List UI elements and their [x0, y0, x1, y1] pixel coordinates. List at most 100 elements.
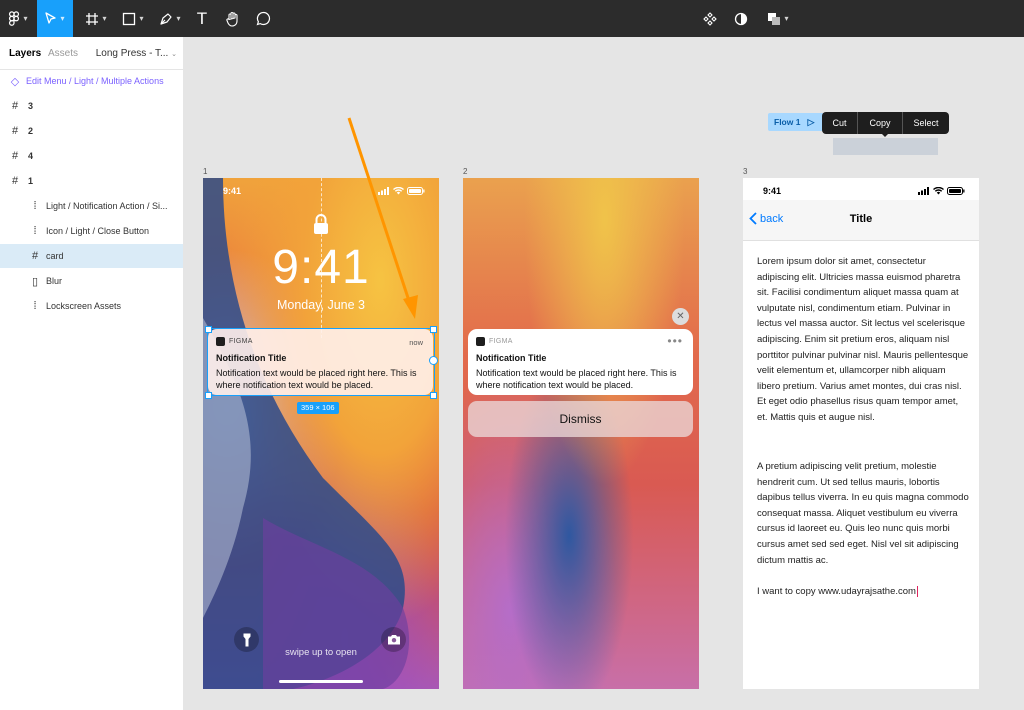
body-paragraph-2[interactable]: A pretium adipiscing velit pretium, mole… [757, 459, 969, 568]
lock-icon [314, 214, 328, 234]
battery-icon [947, 187, 965, 195]
layer-label: card [46, 251, 64, 261]
layer-label: Edit Menu / Light / Multiple Actions [26, 76, 164, 86]
text-tool-icon: T [196, 8, 208, 28]
move-tool-button[interactable]: ▾ [37, 0, 73, 37]
close-button[interactable]: ✕ [672, 308, 689, 325]
frame-icon: # [31, 250, 39, 262]
frame-icon: # [11, 175, 19, 187]
edit-menu-pointer [881, 133, 889, 137]
lockscreen-date: Monday, June 3 [276, 298, 366, 312]
layer-label: Light / Notification Action / Si... [46, 201, 168, 211]
flashlight-icon [243, 633, 250, 646]
layer-item-lockscreen-assets[interactable]: ⁞ Lockscreen Assets [0, 294, 183, 318]
pen-tool-icon [160, 12, 173, 25]
instance-icon: ⁞ [33, 200, 37, 212]
text-tool-button[interactable]: T [190, 0, 214, 37]
body-paragraph-3[interactable]: I want to copy www.udayrajsathe.com [757, 584, 969, 600]
cellular-signal-icon [378, 187, 389, 195]
frame-2-dismiss[interactable]: ✕ FIGMA ••• Notification Title Notificat… [463, 178, 699, 689]
layer-item-notification-action[interactable]: ⁞ Light / Notification Action / Si... [0, 194, 183, 218]
status-time: 9:41 [223, 186, 242, 196]
dismiss-button[interactable]: Dismiss [468, 401, 693, 437]
frame-tool-button[interactable]: ▾ [78, 0, 114, 37]
layer-label: 3 [28, 101, 34, 111]
hand-tool-button[interactable] [220, 0, 246, 37]
edit-menu-placeholder [833, 138, 938, 155]
hand-tool-icon [226, 11, 238, 27]
frame-label-2[interactable]: 2 [463, 167, 467, 176]
layer-item-card[interactable]: # card [0, 244, 183, 268]
text-cursor [916, 585, 918, 597]
pen-tool-button[interactable]: ▾ [152, 0, 188, 37]
notification-card-expanded[interactable]: FIGMA ••• Notification Title Notificatio… [468, 329, 693, 395]
layer-item-blur[interactable]: ▯ Blur [0, 269, 183, 293]
component-icon [703, 11, 717, 26]
more-options-icon[interactable]: ••• [667, 334, 683, 348]
frame-label-3[interactable]: 3 [743, 167, 747, 176]
notification-title: Notification Title [476, 353, 547, 363]
page-selector[interactable]: Long Press - T... ⌄ [96, 48, 177, 59]
comment-tool-button[interactable] [250, 0, 276, 37]
page-selector-label: Long Press - T... [95, 48, 169, 59]
layer-item-close-button[interactable]: ⁞ Icon / Light / Close Button [0, 219, 183, 243]
boolean-button[interactable]: ▾ [762, 0, 794, 37]
frame-1-lockscreen[interactable]: 9:41 9:41 Monday, June 3 FIGMA now Notif… [203, 178, 439, 689]
navigation-bar: back Title [743, 200, 979, 241]
resize-handle-bl[interactable] [205, 392, 212, 399]
rectangle-icon: ▯ [31, 275, 39, 288]
cellular-signal-icon [918, 187, 929, 195]
edit-menu-copy[interactable]: Copy [858, 112, 903, 134]
panel-tabs: Layers Assets Long Press - T... ⌄ [0, 37, 183, 70]
resize-handle-tl[interactable] [205, 326, 212, 333]
frame-tool-icon [86, 12, 99, 25]
copy-text[interactable]: I want to copy www.udayrajsathe.com [757, 586, 916, 597]
wifi-icon [933, 187, 944, 195]
notification-app: FIGMA [476, 337, 513, 346]
prototype-connection-node[interactable] [429, 356, 438, 365]
selection-box [207, 328, 435, 396]
mask-icon [734, 12, 748, 25]
tab-layers[interactable]: Layers [9, 48, 41, 59]
toolbar: ▾ ▾ ▾ ▾ ▾ T ▾ [0, 0, 1024, 37]
body-paragraph-1[interactable]: Lorem ipsum dolor sit amet, consectetur … [757, 254, 969, 426]
layers-panel: Layers Assets Long Press - T... ⌄ ◇ Edit… [0, 37, 184, 710]
status-time: 9:41 [763, 186, 782, 196]
tab-assets[interactable]: Assets [48, 48, 78, 59]
status-icons [918, 186, 965, 196]
frame-3-text-screen[interactable]: 9:41 back Title Lorem ipsum dolor sit am… [743, 178, 979, 689]
chevron-down-icon: ⌄ [171, 51, 177, 58]
edit-menu[interactable]: Cut Copy Select [822, 112, 949, 134]
instance-icon: ⁞ [33, 300, 37, 312]
layer-item-frame-3[interactable]: # 3 [0, 94, 183, 118]
shape-tool-button[interactable]: ▾ [115, 0, 151, 37]
status-bar: 9:41 [763, 186, 965, 196]
figma-logo-icon [9, 10, 20, 26]
resize-handle-br[interactable] [430, 392, 437, 399]
layer-item-frame-2[interactable]: # 2 [0, 119, 183, 143]
edit-menu-select[interactable]: Select [903, 112, 949, 134]
status-bar: 9:41 [223, 186, 425, 196]
camera-icon [387, 635, 400, 645]
layer-item-frame-1[interactable]: # 1 [0, 169, 183, 193]
boolean-icon [768, 12, 781, 25]
resize-handle-tr[interactable] [430, 326, 437, 333]
canvas[interactable]: 1 2 3 Flow 1 ▷ Cut Copy Select 9:41 9:41 [184, 37, 1024, 710]
figma-menu-button[interactable]: ▾ [0, 0, 36, 37]
mask-button[interactable] [729, 0, 753, 37]
status-icons [378, 186, 425, 196]
layer-item-component[interactable]: ◇ Edit Menu / Light / Multiple Actions [0, 69, 183, 93]
frame-label-1[interactable]: 1 [203, 167, 207, 176]
swipe-hint: swipe up to open [285, 647, 357, 658]
size-badge: 359 × 106 [297, 402, 339, 414]
component-button[interactable] [698, 0, 722, 37]
layer-label: Lockscreen Assets [46, 301, 122, 311]
edit-menu-cut[interactable]: Cut [822, 112, 858, 134]
flow-starting-point[interactable]: Flow 1 ▷ [768, 113, 824, 131]
frame-icon: # [11, 100, 19, 112]
layer-label: 4 [28, 151, 34, 161]
layer-label: 2 [28, 126, 34, 136]
wifi-icon [393, 187, 404, 195]
layer-item-frame-4[interactable]: # 4 [0, 144, 183, 168]
notification-app-name: FIGMA [489, 338, 513, 345]
